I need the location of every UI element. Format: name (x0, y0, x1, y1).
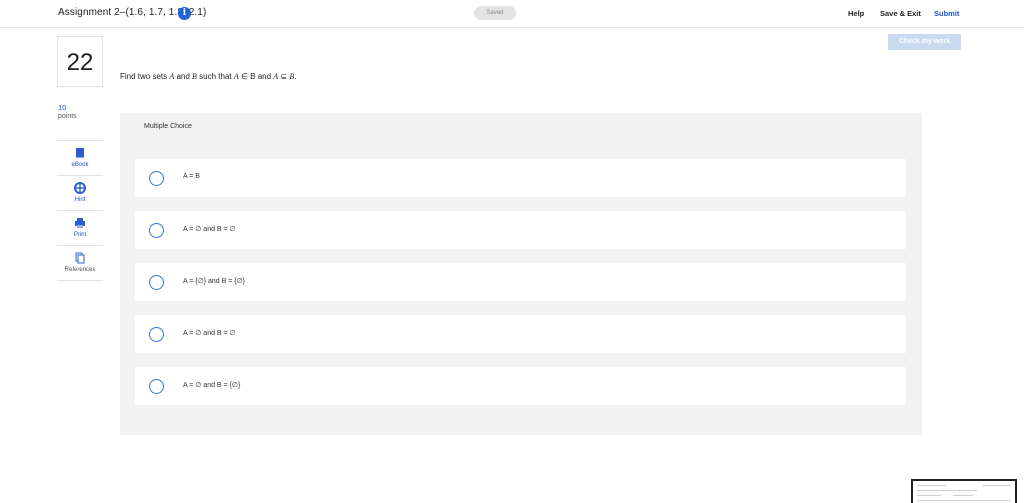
question-number: 22 (57, 36, 103, 87)
radio-button[interactable] (149, 379, 164, 394)
points-label: points (58, 113, 77, 120)
tools-panel: eBook Hint Print References (57, 140, 103, 281)
check-my-work-button[interactable]: Check my work (888, 34, 961, 50)
answer-option[interactable]: A = ∅ and B = {∅} (135, 367, 906, 405)
radio-button[interactable] (149, 327, 164, 342)
help-link[interactable]: Help (848, 9, 864, 18)
answer-text: A = B (183, 173, 200, 180)
save-exit-link[interactable]: Save & Exit (880, 9, 921, 18)
saved-status-badge: Saved (474, 6, 516, 20)
radio-button[interactable] (149, 223, 164, 238)
answer-option[interactable]: A = ∅ and B = ∅ (135, 211, 906, 249)
multiple-choice-panel: Multiple Choice A = B A = ∅ and B = ∅ A … (120, 113, 922, 435)
multiple-choice-label: Multiple Choice (144, 123, 192, 130)
answer-text: A = {∅} and B = {∅} (183, 278, 246, 285)
top-header: Assignment 2–(1.6, 1.7, 1.8, 2.1) i Save… (0, 0, 1024, 28)
book-icon (76, 148, 84, 159)
answer-option[interactable]: A = B (135, 159, 906, 197)
print-label: Print (73, 232, 87, 238)
hint-tool[interactable]: Hint (57, 176, 103, 211)
page-minimap[interactable] (911, 479, 1017, 503)
answer-option[interactable]: A = ∅ and B = ∅ (135, 315, 906, 353)
minimap-line (917, 485, 947, 486)
printer-icon (75, 218, 85, 228)
references-tool[interactable]: References (57, 246, 103, 281)
info-icon[interactable]: i (178, 7, 191, 20)
answer-option[interactable]: A = {∅} and B = {∅} (135, 263, 906, 301)
question-text: Find two sets A and B such that A ∈ B an… (120, 72, 297, 81)
answer-text: A = ∅ and B = {∅} (183, 382, 241, 389)
radio-button[interactable] (149, 171, 164, 186)
minimap-line (917, 495, 941, 496)
hint-label: Hint (74, 197, 86, 203)
ebook-tool[interactable]: eBook (57, 141, 103, 176)
ebook-label: eBook (71, 162, 89, 168)
minimap-line (917, 500, 1011, 501)
minimap-line (983, 485, 1011, 486)
minimap-line (953, 495, 973, 496)
references-label: References (64, 267, 96, 273)
print-tool[interactable]: Print (57, 211, 103, 246)
points-value: 10 (58, 103, 67, 112)
radio-button[interactable] (149, 275, 164, 290)
minimap-line (917, 490, 977, 491)
answer-text: A = ∅ and B = ∅ (183, 226, 236, 233)
submit-link[interactable]: Submit (934, 9, 959, 18)
answer-text: A = ∅ and B = ∅ (183, 330, 236, 337)
lifebuoy-icon (74, 182, 86, 194)
documents-icon (75, 252, 85, 264)
